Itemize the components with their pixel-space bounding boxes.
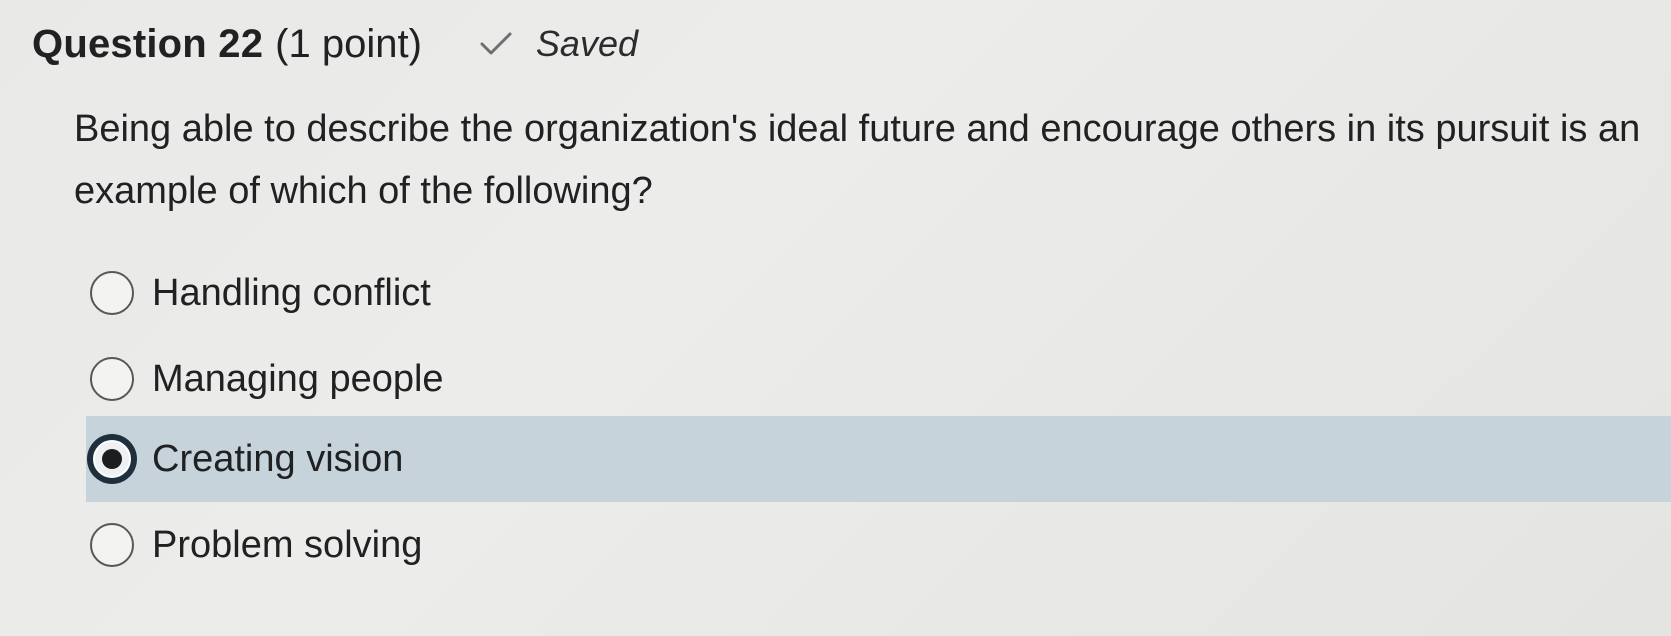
radio-button[interactable]: [90, 271, 134, 315]
radio-button[interactable]: [90, 357, 134, 401]
option-creating-vision[interactable]: Creating vision: [86, 416, 1671, 502]
save-status: Saved: [478, 23, 638, 65]
option-problem-solving[interactable]: Problem solving: [86, 502, 1671, 588]
option-managing-people[interactable]: Managing people: [86, 336, 1671, 422]
quiz-page: Question 22 (1 point) Saved Being able t…: [0, 0, 1671, 636]
question-title: Question 22: [32, 21, 264, 66]
saved-label: Saved: [535, 23, 638, 64]
option-label: Managing people: [152, 357, 444, 400]
option-label: Creating vision: [152, 437, 404, 480]
check-icon: [480, 32, 512, 55]
radio-button[interactable]: [90, 523, 134, 567]
question-text: Being able to describe the organization'…: [74, 108, 1641, 212]
option-label: Handling conflict: [152, 271, 431, 314]
radio-button-selected[interactable]: [90, 437, 134, 481]
radio-dot: [102, 449, 122, 469]
option-handling-conflict[interactable]: Handling conflict: [86, 250, 1671, 336]
question-points: (1 point): [275, 21, 422, 66]
option-label: Problem solving: [152, 523, 423, 566]
question-header: Question 22 (1 point) Saved: [32, 14, 638, 74]
